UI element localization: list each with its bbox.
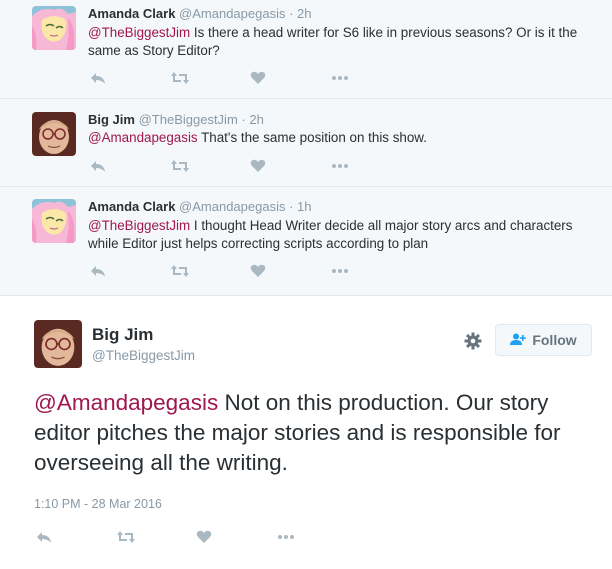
more-icon[interactable] (330, 262, 350, 280)
like-icon[interactable] (248, 157, 268, 175)
reply-tweet[interactable]: Big Jim @TheBiggestJim · 2h @Amandapegas… (0, 99, 612, 187)
like-icon[interactable] (248, 262, 268, 280)
follow-user-icon (510, 332, 527, 348)
tweet-actions (88, 157, 358, 175)
tweet-text: @Amandapegasis That's the same position … (88, 129, 598, 147)
tweet-text: @TheBiggestJim Is there a head writer fo… (88, 24, 598, 60)
reply-icon[interactable] (34, 528, 54, 546)
tweet-actions (34, 528, 304, 546)
reply-icon[interactable] (88, 157, 108, 175)
tweet-text: @Amandapegasis Not on this production. O… (34, 388, 594, 478)
author-name[interactable]: Amanda Clark (88, 6, 175, 21)
avatar[interactable] (32, 6, 76, 50)
like-icon[interactable] (194, 528, 214, 546)
more-icon[interactable] (330, 69, 350, 87)
reply-icon[interactable] (88, 262, 108, 280)
more-icon[interactable] (330, 157, 350, 175)
author-handle[interactable]: @TheBiggestJim (139, 112, 238, 127)
mention-link[interactable]: @TheBiggestJim (88, 218, 190, 233)
avatar[interactable] (32, 112, 76, 156)
tweet-actions (88, 262, 358, 280)
tweet-time[interactable]: · 2h (241, 112, 263, 127)
retweet-icon[interactable] (170, 69, 190, 87)
tweet-time[interactable]: · 2h (289, 6, 311, 21)
avatar[interactable] (34, 320, 82, 368)
author-name[interactable]: Amanda Clark (88, 199, 175, 214)
mention-link[interactable]: @TheBiggestJim (88, 25, 190, 40)
tweet-header: Amanda Clark @Amandapegasis · 1h (88, 199, 312, 214)
follow-label: Follow (532, 332, 577, 348)
retweet-icon[interactable] (170, 262, 190, 280)
reply-tweet[interactable]: Amanda Clark @Amandapegasis · 2h @TheBig… (0, 0, 612, 99)
like-icon[interactable] (248, 69, 268, 87)
tweet-text: @TheBiggestJim I thought Head Writer dec… (88, 217, 598, 253)
tweet-timestamp[interactable]: 1:10 PM - 28 Mar 2016 (34, 497, 162, 511)
retweet-icon[interactable] (170, 157, 190, 175)
tweet-time[interactable]: · 1h (289, 199, 311, 214)
author-handle[interactable]: @TheBiggestJim (92, 348, 195, 363)
tweet-header: Amanda Clark @Amandapegasis · 2h (88, 6, 312, 21)
main-tweet: Big Jim @TheBiggestJim Follow @Amandapeg… (0, 296, 612, 569)
avatar[interactable] (32, 199, 76, 243)
reply-tweet[interactable]: Amanda Clark @Amandapegasis · 1h @TheBig… (0, 187, 612, 296)
mention-link[interactable]: @Amandapegasis (88, 130, 198, 145)
retweet-icon[interactable] (116, 528, 136, 546)
mention-link[interactable]: @Amandapegasis (34, 390, 218, 415)
author-handle[interactable]: @Amandapegasis (179, 6, 285, 21)
author-name[interactable]: Big Jim (92, 325, 153, 345)
author-name[interactable]: Big Jim (88, 112, 135, 127)
follow-button[interactable]: Follow (495, 324, 592, 356)
gear-icon[interactable] (464, 332, 482, 350)
more-icon[interactable] (276, 528, 296, 546)
tweet-header: Big Jim @TheBiggestJim · 2h (88, 112, 264, 127)
tweet-body: That's the same position on this show. (197, 130, 427, 145)
reply-icon[interactable] (88, 69, 108, 87)
author-handle[interactable]: @Amandapegasis (179, 199, 285, 214)
tweet-actions (88, 69, 358, 87)
